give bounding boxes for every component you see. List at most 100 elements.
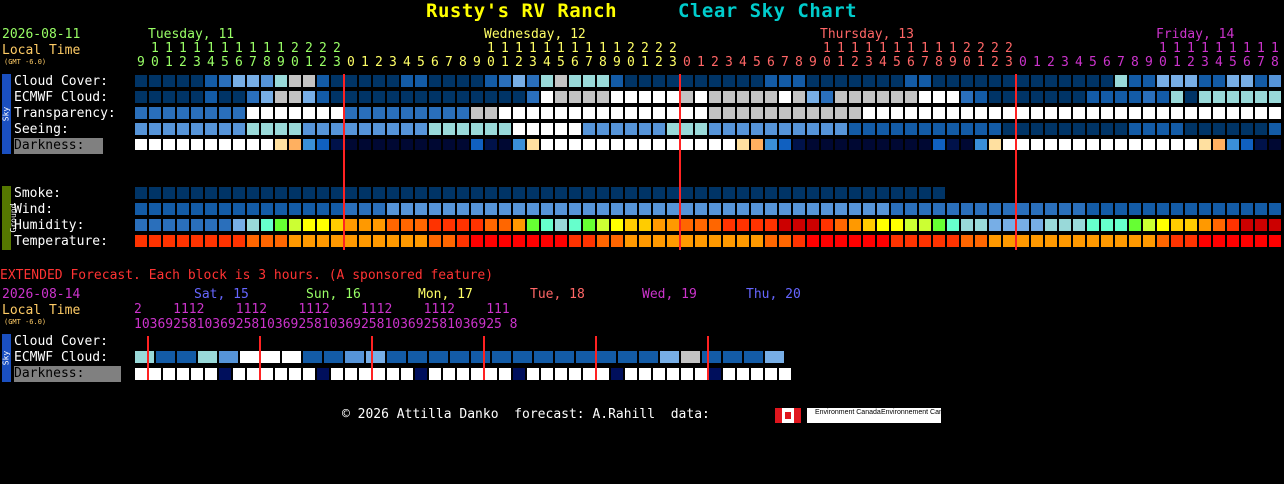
temp-cell-22 [443,235,455,247]
smoke-cell-31 [569,187,581,199]
humid-cell-68 [1087,219,1099,231]
wind-cell-75 [1185,203,1197,215]
smoke-cell-53 [877,187,889,199]
humid-cell-34 [611,219,623,231]
wind-cell-3 [177,203,189,215]
dark-cell-81 [1269,139,1281,150]
temp-cell-14 [331,235,343,247]
dark-cell-75 [1185,139,1197,150]
ecmwf-cell-39 [681,91,693,103]
wind-cell-23 [457,203,469,215]
wind-cell-51 [849,203,861,215]
ext-ecmwf-cell-2 [177,351,196,363]
humid-cell-59 [961,219,973,231]
seeing-cell-8 [247,123,259,135]
humid-cell-1 [149,219,161,231]
ext-ecmwf-cell-26 [681,351,700,363]
ecmwf-cell-80 [1255,91,1267,103]
temp-cell-26 [499,235,511,247]
ext-dark-cell-41 [709,368,721,380]
humid-cell-63 [1017,219,1029,231]
smoke-cell-10 [275,187,287,199]
ext-ecmwf-cell-10 [345,351,364,363]
cloud-cell-45 [765,75,777,87]
temp-cell-74 [1171,235,1183,247]
wind-cell-0 [135,203,147,215]
temp-cell-46 [779,235,791,247]
cloud-cell-26 [499,75,511,87]
ecmwf-cell-3 [177,91,189,103]
transp-cell-3 [177,107,189,119]
dark-cell-31 [569,139,581,150]
humid-cell-33 [597,219,609,231]
ext-dark-cell-24 [471,368,483,380]
temp-cell-71 [1129,235,1141,247]
ecmwf-cell-60 [975,91,987,103]
ext-dark-cell-5 [205,368,217,380]
smoke-cell-36 [639,187,651,199]
smoke-cell-23 [457,187,469,199]
cloud-cell-37 [653,75,665,87]
humid-cell-77 [1213,219,1225,231]
cloud-cell-51 [849,75,861,87]
humid-cell-67 [1073,219,1085,231]
seeing-cell-51 [849,123,861,135]
cloud-cell-72 [1143,75,1155,87]
smoke-cell-3 [177,187,189,199]
dark-cell-20 [415,139,427,150]
temp-cell-32 [583,235,595,247]
ecmwf-cell-67 [1073,91,1085,103]
ext-ecmwf-cell-30 [765,351,784,363]
seeing-cell-69 [1101,123,1113,135]
dark-cell-27 [513,139,525,150]
cloud-cell-70 [1115,75,1127,87]
extended-note: EXTENDED Forecast. Each block is 3 hours… [0,268,494,283]
temp-cell-43 [737,235,749,247]
ext-ecmwf-cell-12 [387,351,406,363]
wind-cell-37 [653,203,665,215]
cloud-cell-43 [737,75,749,87]
humid-cell-53 [877,219,889,231]
ext-dark-cell-32 [583,368,595,380]
transp-cell-2 [163,107,175,119]
ext-day-mon: Mon, 17 [418,287,473,302]
cloud-cell-22 [443,75,455,87]
temp-cell-39 [681,235,693,247]
dark-cell-15 [345,139,357,150]
ecmwf-cell-72 [1143,91,1155,103]
smoke-cell-52 [863,187,875,199]
dark-cell-63 [1017,139,1029,150]
dark-cell-34 [611,139,623,150]
wind-cell-53 [877,203,889,215]
wind-cell-80 [1255,203,1267,215]
transp-cell-74 [1171,107,1183,119]
transp-cell-65 [1045,107,1057,119]
cloud-cell-40 [695,75,707,87]
humid-cell-35 [625,219,637,231]
transp-cell-4 [191,107,203,119]
smoke-cell-16 [359,187,371,199]
transp-cell-68 [1087,107,1099,119]
ext-sky-sidebar: Sky [2,334,11,382]
humid-cell-17 [373,219,385,231]
smoke-cell-43 [737,187,749,199]
cloud-cell-77 [1213,75,1225,87]
humid-cell-69 [1101,219,1113,231]
temp-cell-50 [835,235,847,247]
cloud-cell-52 [863,75,875,87]
smoke-cell-0 [135,187,147,199]
ecmwf-cell-12 [303,91,315,103]
transp-cell-0 [135,107,147,119]
humid-cell-43 [737,219,749,231]
ext-dark-cell-28 [527,368,539,380]
ecmwf-cell-28 [527,91,539,103]
wind-cell-9 [261,203,273,215]
temp-cell-45 [765,235,777,247]
ecmwf-cell-79 [1241,91,1253,103]
transp-cell-18 [387,107,399,119]
humid-cell-46 [779,219,791,231]
temp-cell-80 [1255,235,1267,247]
seeing-cell-55 [905,123,917,135]
temp-cell-28 [527,235,539,247]
temp-cell-4 [191,235,203,247]
